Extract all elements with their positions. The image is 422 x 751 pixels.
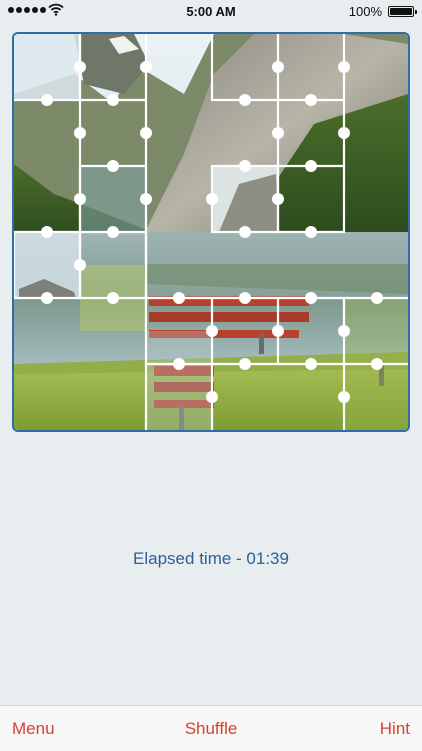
battery-percentage: 100% bbox=[348, 4, 382, 19]
elapsed-time-value: 01:39 bbox=[246, 549, 289, 568]
menu-button[interactable]: Menu bbox=[12, 719, 55, 739]
elapsed-time-label: Elapsed time bbox=[133, 549, 232, 568]
puzzle-scene bbox=[14, 34, 408, 430]
bottom-toolbar: Menu Shuffle Hint bbox=[0, 705, 422, 751]
shuffle-button[interactable]: Shuffle bbox=[185, 719, 238, 738]
battery-icon bbox=[388, 6, 417, 17]
elapsed-time: Elapsed time - 01:39 bbox=[0, 549, 422, 569]
status-bar: 5:00 AM 100% bbox=[0, 0, 422, 22]
puzzle-board[interactable] bbox=[12, 32, 410, 432]
elapsed-time-separator: - bbox=[231, 549, 247, 568]
hint-button[interactable]: Hint bbox=[380, 719, 410, 739]
